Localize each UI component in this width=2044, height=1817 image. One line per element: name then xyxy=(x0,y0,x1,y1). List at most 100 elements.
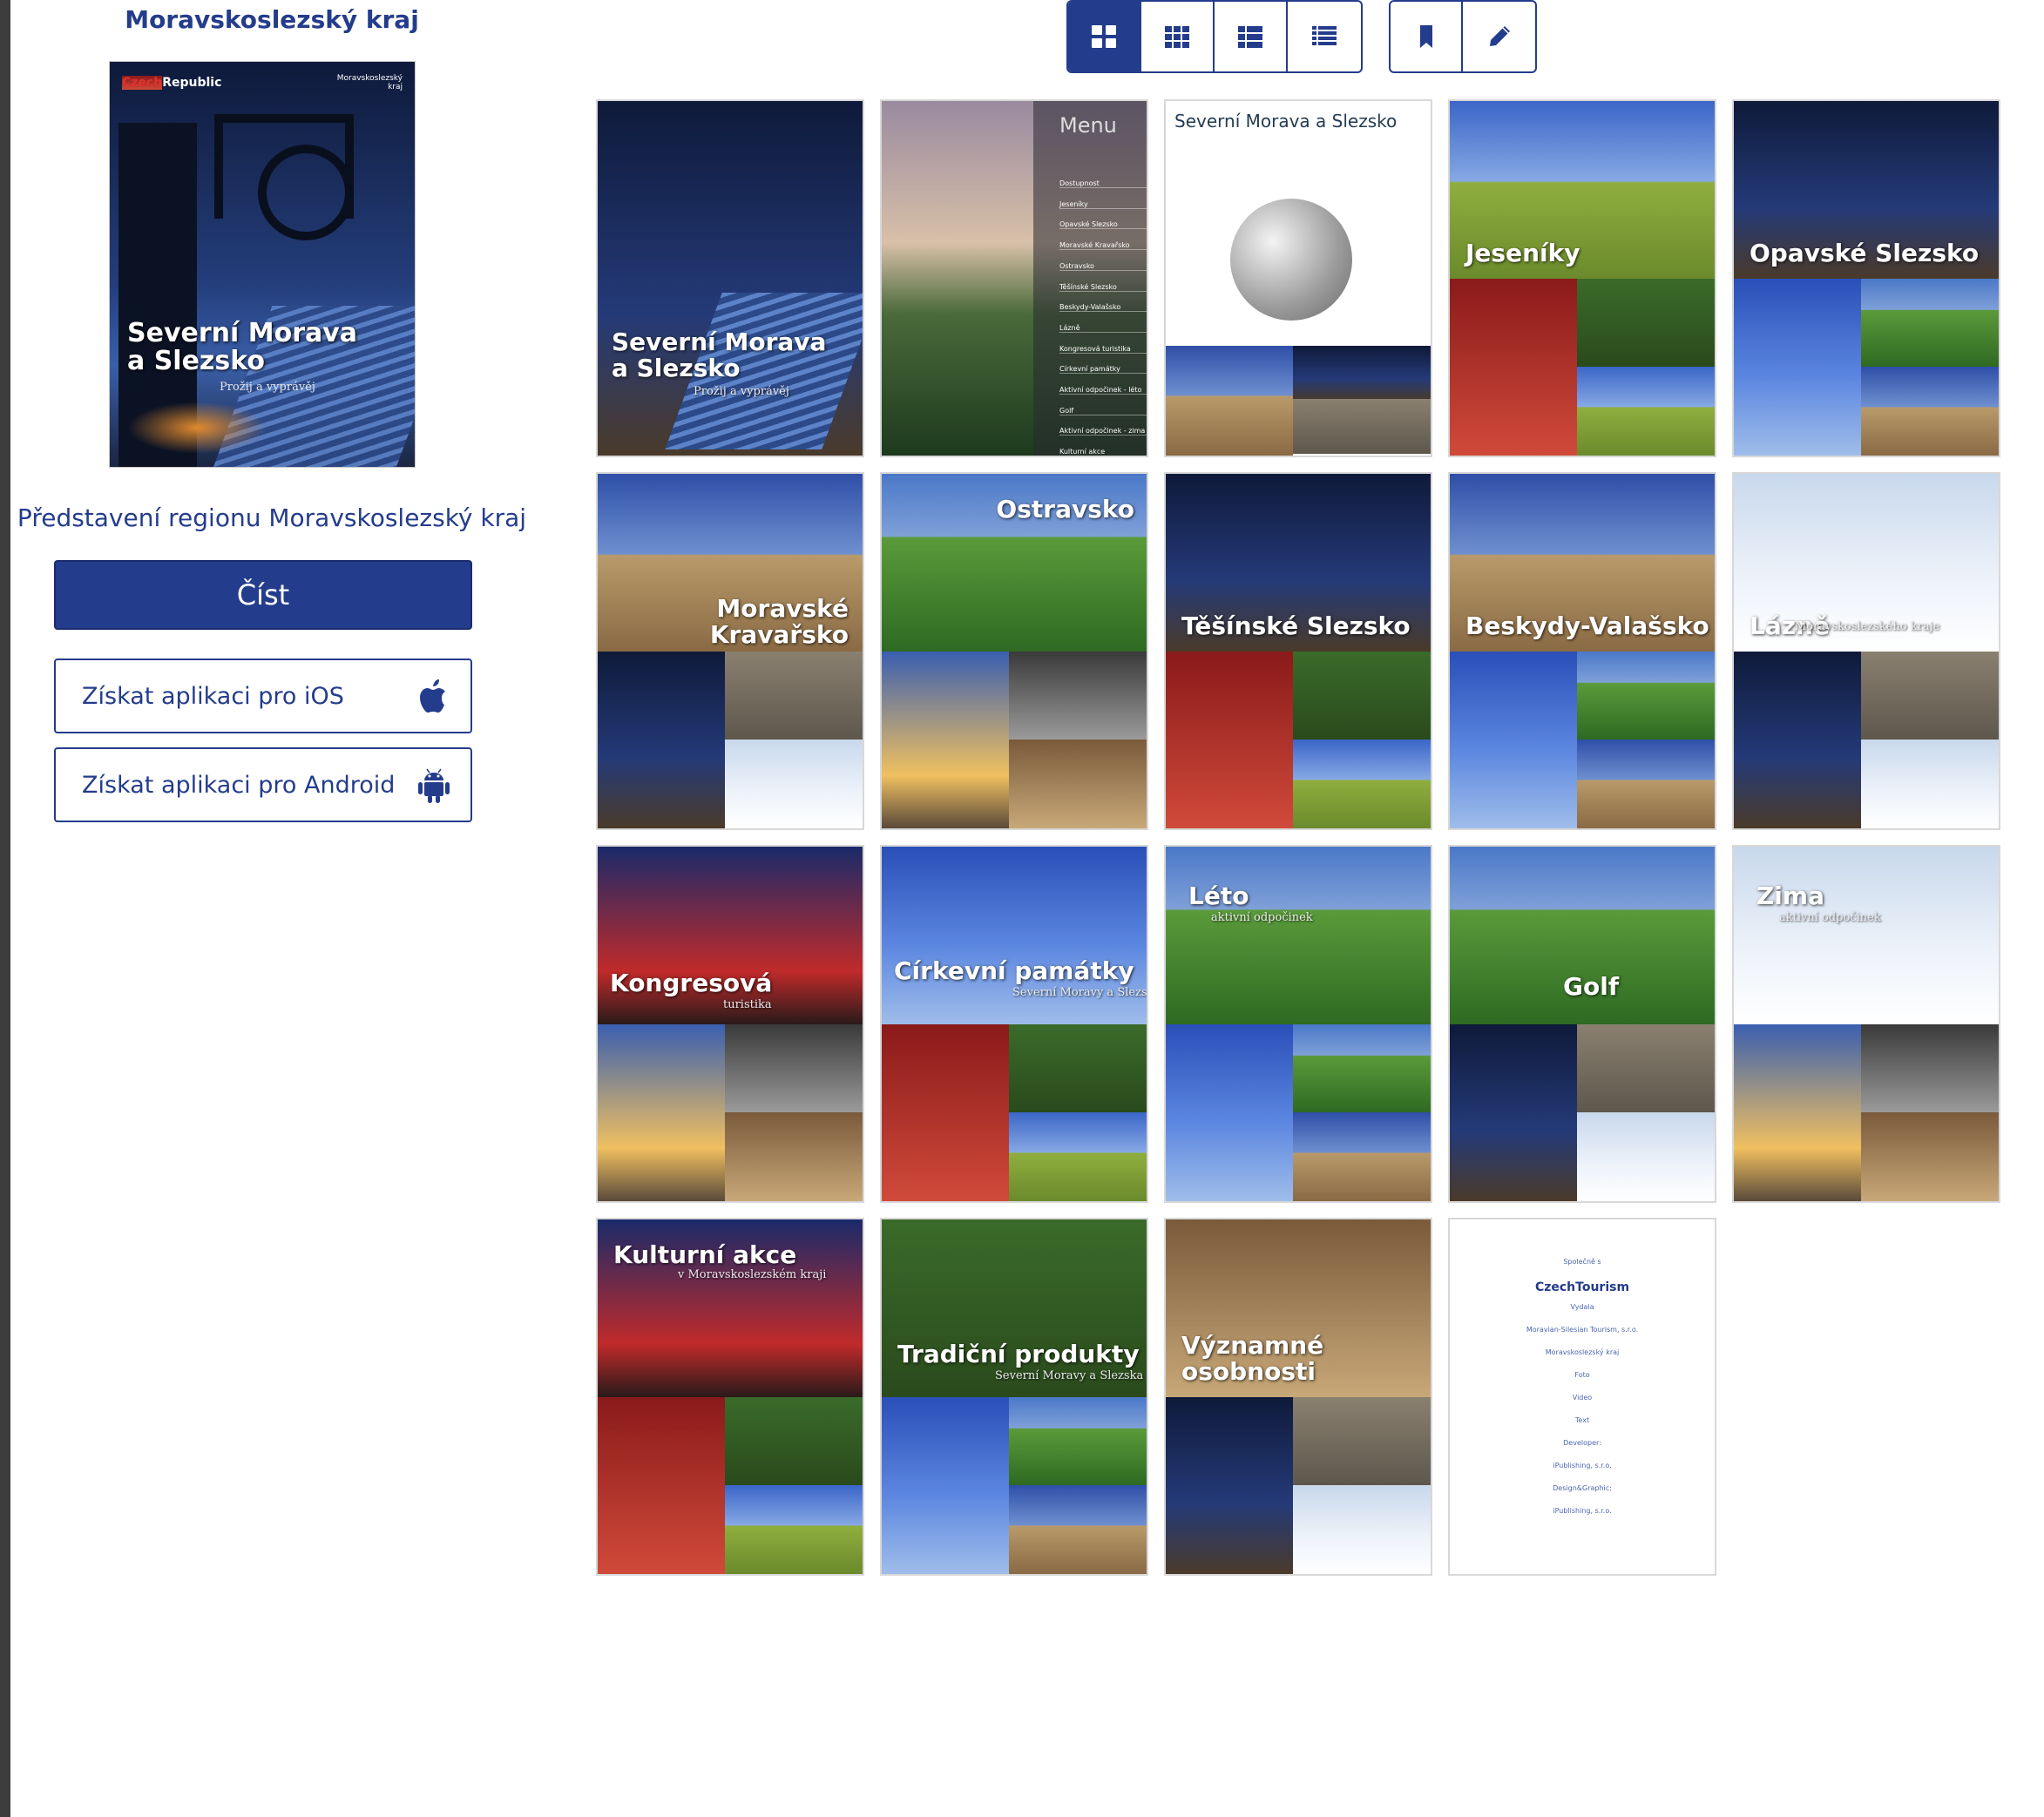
credit-line: Společně s xyxy=(1563,1258,1601,1266)
page-thumbnail[interactable]: Jeseníky xyxy=(1448,99,1716,457)
page-photo xyxy=(1576,740,1715,828)
page-photo xyxy=(1734,1023,1861,1201)
page-photo xyxy=(1576,1112,1715,1201)
page-thumbnail[interactable]: Společně s CzechTourism Vydala Moravian-Sil… xyxy=(1448,1218,1716,1576)
page-photo xyxy=(1166,1396,1293,1574)
page-thumbnail[interactable]: Zima aktivní odpočinek xyxy=(1732,845,2000,1203)
page-photo xyxy=(882,1023,1009,1201)
menu-item: Těšínské Slezsko xyxy=(1059,283,1147,292)
page-subtitle: Severní Moravy a Slezska xyxy=(1012,986,1148,999)
page-subtitle: aktivní odpočinek xyxy=(1211,911,1313,924)
credit-line: Moravskoslezský kraj xyxy=(1545,1348,1620,1356)
page-thumbnail[interactable]: Církevní památky Severní Moravy a Slezska xyxy=(880,845,1148,1203)
page-title: Moravské Kravařsko xyxy=(709,594,849,649)
page-photo xyxy=(1576,278,1715,368)
page-photo xyxy=(1860,1023,1999,1113)
compact-list-icon xyxy=(1311,26,1337,45)
page-thumbnail[interactable]: Severní Morava a Slezsko Prožij a vyprávěj xyxy=(596,99,864,457)
page-photo xyxy=(1008,740,1147,828)
page-thumbnail[interactable]: Severní Morava a Slezsko xyxy=(1164,99,1432,457)
page-title: Jeseníky xyxy=(1465,239,1580,267)
page-title: Léto xyxy=(1188,881,1249,910)
page-title: Severní Morava a Slezsko xyxy=(612,328,827,382)
annotate-button[interactable] xyxy=(1463,2,1535,71)
menu-item: Ostravsko xyxy=(1059,262,1147,271)
menu-item: Aktivní odpočinek - léto xyxy=(1059,386,1147,395)
page-photo xyxy=(1450,1023,1577,1201)
page-title: Významné osobnosti xyxy=(1181,1331,1324,1386)
page-photo xyxy=(1292,1396,1431,1486)
page-photo xyxy=(598,651,725,828)
page-photo xyxy=(1450,651,1577,828)
credit-line: Vydala xyxy=(1570,1303,1594,1311)
menu-item: Aktivní odpočinek - zima xyxy=(1059,427,1147,436)
credit-line: iPublishing, s.r.o. xyxy=(1553,1507,1612,1515)
read-button[interactable]: Číst xyxy=(54,560,472,630)
page-thumbnail[interactable]: Lázně Moravskoslezského kraje xyxy=(1732,472,2000,830)
credit-line: Video xyxy=(1572,1394,1593,1402)
page-thumbnail[interactable]: Opavské Slezsko xyxy=(1732,99,2000,457)
page-title: Opavské Slezsko xyxy=(1750,239,1980,267)
page-thumbnail[interactable]: Kongresová turistika xyxy=(596,845,864,1203)
page-photo xyxy=(1008,1396,1147,1486)
list-icon xyxy=(1238,26,1262,48)
page-thumbnail[interactable]: Léto aktivní odpočinek xyxy=(1164,845,1432,1203)
ios-app-label: Získat aplikaci pro iOS xyxy=(82,682,344,710)
page-title: Zima xyxy=(1756,881,1824,910)
page-photo xyxy=(1292,398,1431,454)
small-grid-view-button[interactable] xyxy=(1141,2,1215,71)
page-photo xyxy=(1734,651,1861,828)
menu-item: Moravské Kravařsko xyxy=(1059,241,1147,251)
window-edge xyxy=(0,0,10,1817)
page-photo xyxy=(1734,278,1861,456)
cover-title: Severní Morava a Slezsko xyxy=(127,318,358,376)
menu-panel: Menu Dostupnost Jeseníky Opavské Slezsko Mor… xyxy=(1033,101,1147,456)
page-thumbnail[interactable]: Moravské Kravařsko xyxy=(596,472,864,830)
cover-image[interactable]: CzechRepublic Moravskoslezský kraj Sever… xyxy=(109,61,416,468)
page-photo xyxy=(724,1396,863,1486)
page-title: Kongresová xyxy=(610,969,773,997)
page-photo xyxy=(1008,1112,1147,1201)
page-photo xyxy=(1292,1485,1431,1574)
list-view-button[interactable] xyxy=(1215,2,1288,71)
compact-list-view-button[interactable] xyxy=(1288,2,1361,71)
page-thumbnail[interactable]: Tradiční produkty Severní Moravy a Slezsk… xyxy=(880,1218,1148,1576)
credit-line: Design&Graphic: xyxy=(1553,1484,1612,1492)
page-title: Církevní památky xyxy=(894,956,1134,985)
menu-item: Opavské Slezsko xyxy=(1059,220,1147,230)
page-subtitle: Moravskoslezského kraje xyxy=(1795,620,1940,633)
page-thumbnail[interactable]: Beskydy-Valašsko xyxy=(1448,472,1716,830)
page-photo xyxy=(1860,740,1999,828)
bookmark-icon xyxy=(1419,25,1432,48)
page-thumbnail[interactable]: Těšínské Slezsko xyxy=(1164,472,1432,830)
page-photo xyxy=(1292,345,1431,401)
page-title: Beskydy-Valašsko xyxy=(1465,611,1709,640)
menu-item: Kongresová turistika xyxy=(1059,345,1147,354)
intro-text: Představení regionu Moravskoslezský kraj xyxy=(17,503,527,532)
page-photo xyxy=(1734,847,1999,1024)
large-grid-view-button[interactable] xyxy=(1068,2,1141,71)
cover-light-glow xyxy=(127,402,267,454)
page-subtitle: aktivní odpočinek xyxy=(1779,911,1881,924)
page-photo xyxy=(1576,1023,1715,1113)
page-thumbnail[interactable]: Ostravsko xyxy=(880,472,1148,830)
page-thumbnail[interactable]: Kulturní akce v Moravskoslezském kraji xyxy=(596,1218,864,1576)
page-thumbnail[interactable]: Golf xyxy=(1448,845,1716,1203)
page-photo xyxy=(1166,651,1293,828)
android-app-button[interactable]: Získat aplikaci pro Android xyxy=(54,747,472,822)
page-photo xyxy=(598,1023,725,1201)
cover-brand: CzechRepublic xyxy=(122,76,222,90)
bookmark-button[interactable] xyxy=(1391,2,1464,71)
page-photo xyxy=(1292,1023,1431,1113)
page-photo xyxy=(1292,740,1431,828)
page-photo xyxy=(1166,847,1431,1024)
page-thumbnail[interactable]: Významné osobnosti xyxy=(1164,1218,1432,1576)
page-photo xyxy=(598,1396,725,1574)
page-photo xyxy=(724,1112,863,1201)
page-thumbnail[interactable]: Menu Dostupnost Jeseníky Opavské Slezsko Mor… xyxy=(880,99,1148,457)
page-subtitle: turistika xyxy=(723,998,772,1011)
page-title: Těšínské Slezsko xyxy=(1181,611,1411,640)
page-subtitle: Severní Moravy a Slezska xyxy=(995,1369,1144,1382)
ios-app-button[interactable]: Získat aplikaci pro iOS xyxy=(54,659,472,733)
page-photo xyxy=(882,651,1009,828)
